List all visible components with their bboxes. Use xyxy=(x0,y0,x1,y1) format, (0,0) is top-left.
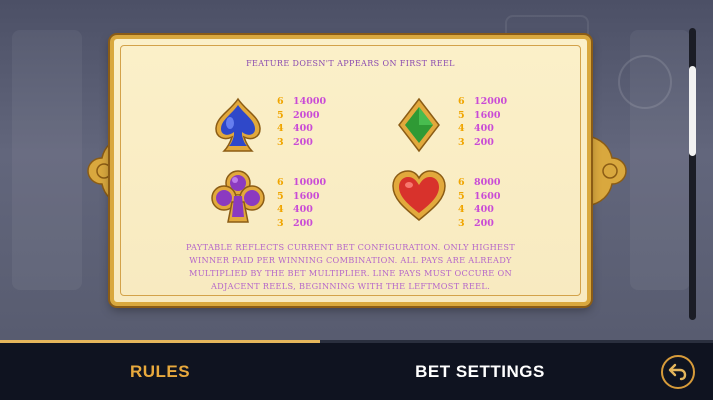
pay-count: 3 xyxy=(458,136,465,148)
paytable-disclaimer: PAYTABLE REFLECTS CURRENT BET CONFIGURAT… xyxy=(185,242,515,291)
pay-row: 3 200 xyxy=(458,136,548,150)
pay-row: 4 400 xyxy=(458,203,548,217)
bottom-nav-bar: RULES BET SETTINGS xyxy=(0,340,713,400)
pay-value: 1600 xyxy=(474,109,501,121)
pay-value: 400 xyxy=(474,123,494,134)
pay-row: 6 10000 xyxy=(277,176,367,190)
pay-row: 5 1600 xyxy=(277,190,367,204)
pay-count: 3 xyxy=(277,217,284,229)
pay-value: 400 xyxy=(293,204,313,215)
pay-row: 4 400 xyxy=(277,122,367,136)
pay-count: 5 xyxy=(458,190,465,202)
diamond-icon xyxy=(398,97,440,153)
tab-bet-settings[interactable]: BET SETTINGS xyxy=(395,362,565,382)
pay-count: 5 xyxy=(458,109,465,121)
tab-indicator-track xyxy=(320,340,713,343)
pay-value: 200 xyxy=(474,136,494,148)
active-tab-indicator xyxy=(0,340,320,343)
pay-value: 200 xyxy=(474,217,494,229)
tab-rules[interactable]: RULES xyxy=(120,362,200,382)
back-button[interactable] xyxy=(661,355,695,389)
pay-count: 6 xyxy=(277,177,284,188)
pay-value: 10000 xyxy=(293,177,327,188)
pay-value: 400 xyxy=(474,204,494,215)
pay-count: 4 xyxy=(458,204,465,215)
pay-row: 5 2000 xyxy=(277,109,367,123)
pay-value: 12000 xyxy=(474,96,508,107)
spade-icon xyxy=(215,97,261,152)
pay-value: 14000 xyxy=(293,96,327,107)
pay-count: 5 xyxy=(277,190,284,202)
paytable-club: 6 10000 5 1600 4 400 3 200 xyxy=(277,176,367,230)
pay-row: 6 14000 xyxy=(277,95,367,109)
pay-row: 5 1600 xyxy=(458,190,548,204)
pay-row: 3 200 xyxy=(277,136,367,150)
background-pillar-left xyxy=(12,30,82,290)
pay-row: 3 200 xyxy=(277,217,367,231)
pay-row: 6 12000 xyxy=(458,95,548,109)
pay-count: 4 xyxy=(458,123,465,134)
pay-count: 3 xyxy=(277,136,284,148)
club-icon xyxy=(211,170,265,223)
pay-row: 4 400 xyxy=(277,203,367,217)
pay-value: 400 xyxy=(293,123,313,134)
pay-count: 5 xyxy=(277,109,284,121)
scrollbar-thumb[interactable] xyxy=(689,66,696,156)
pay-row: 5 1600 xyxy=(458,109,548,123)
pay-value: 1600 xyxy=(293,190,320,202)
pay-count: 4 xyxy=(277,123,284,134)
pay-value: 1600 xyxy=(474,190,501,202)
paytable-panel: FEATURE DOESN'T APPEARS ON FIRST REEL 61… xyxy=(110,35,591,306)
back-arrow-icon xyxy=(668,363,687,381)
pay-value: 200 xyxy=(293,136,313,148)
feature-note: FEATURE DOESN'T APPEARS ON FIRST REEL xyxy=(246,59,455,68)
pay-row: 3 200 xyxy=(458,217,548,231)
pay-count: 6 xyxy=(458,177,465,188)
paytable-heart: 6 8000 5 1600 4 400 3 200 xyxy=(458,176,548,230)
pay-row: 4 400 xyxy=(458,122,548,136)
pay-row: 6 8000 xyxy=(458,176,548,190)
pay-count: 6 xyxy=(277,96,284,107)
pay-count: 4 xyxy=(277,204,284,215)
pay-count: 3 xyxy=(458,217,465,229)
pay-value: 200 xyxy=(293,217,313,229)
heart-icon xyxy=(392,170,446,221)
background-button-ghost xyxy=(618,55,672,109)
paytable-diamond: 6 12000 5 1600 4 400 3 200 xyxy=(458,95,548,149)
pay-count: 6 xyxy=(458,96,465,107)
paytable-spade: 6 14000 5 2000 4 400 3 200 xyxy=(277,95,367,149)
pay-value: 8000 xyxy=(474,177,501,188)
pay-value: 2000 xyxy=(293,109,320,121)
